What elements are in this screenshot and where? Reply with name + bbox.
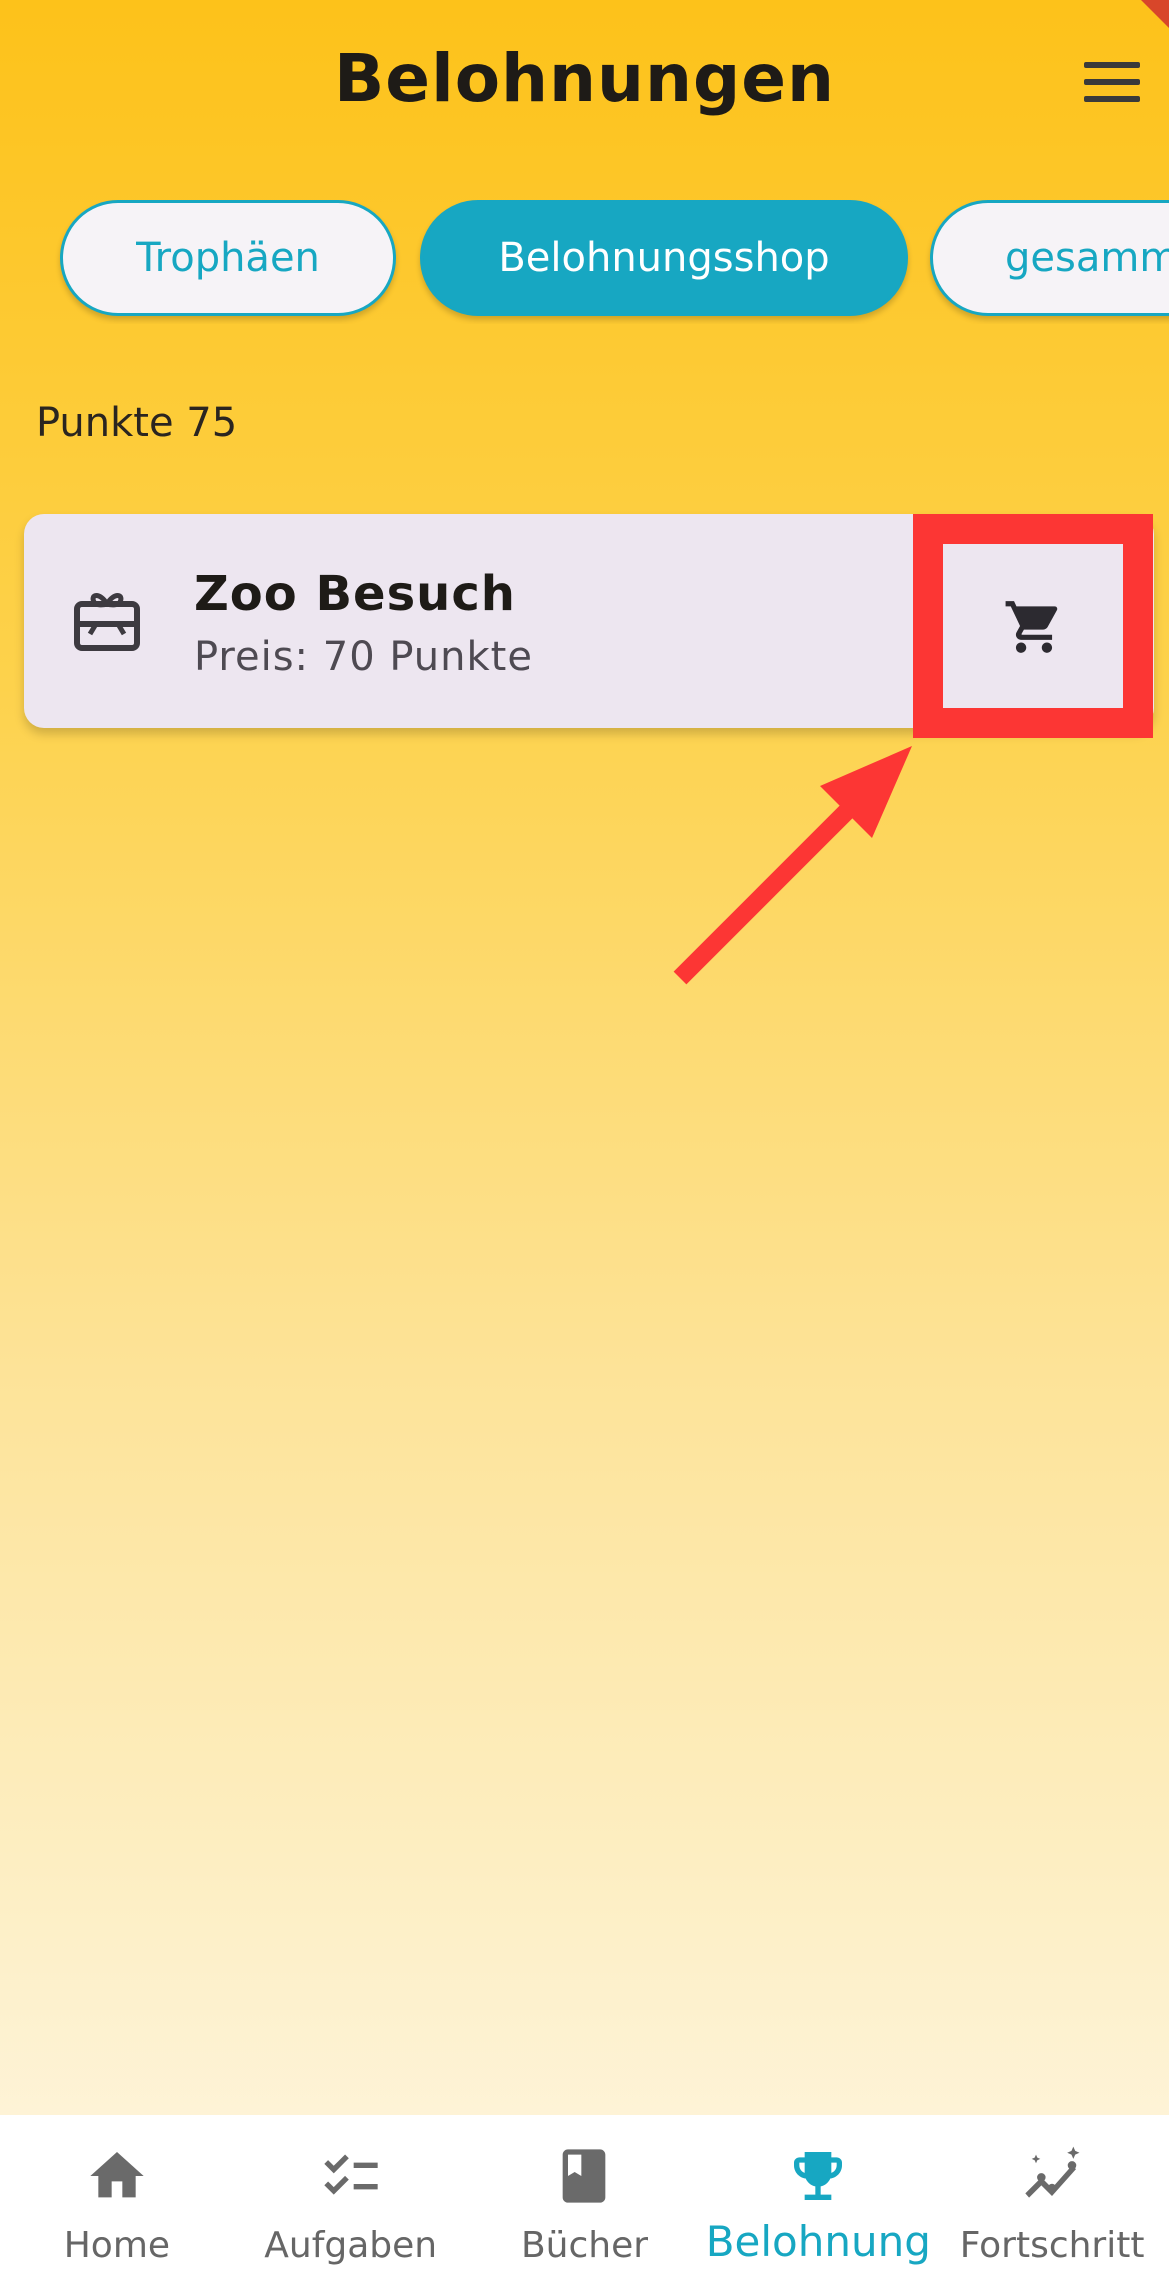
- trophy-icon: [783, 2141, 853, 2211]
- nav-label-rewards: Belohnung: [705, 2217, 931, 2266]
- book-icon: [549, 2141, 619, 2211]
- tab-collected[interactable]: gesamm: [930, 200, 1169, 316]
- progress-chart-icon: [1017, 2141, 1087, 2211]
- menu-button[interactable]: [1072, 52, 1152, 112]
- shopping-cart-icon: [1005, 601, 1058, 653]
- reward-title: Zoo Besuch: [194, 566, 516, 622]
- rewards-screen: Belohnungen Trophäen Belohnungsshop gesa…: [0, 0, 1169, 2285]
- debug-corner-ribbon: [1141, 0, 1169, 28]
- reward-price: Preis: 70 Punkte: [194, 634, 533, 680]
- nav-progress[interactable]: Fortschritt: [935, 2115, 1169, 2285]
- tab-trophies[interactable]: Trophäen: [60, 200, 396, 316]
- points-balance: Punkte 75: [36, 400, 238, 446]
- nav-rewards[interactable]: Belohnung: [701, 2115, 935, 2285]
- hamburger-menu-icon: [1084, 62, 1140, 102]
- page-title: Belohnungen: [334, 40, 835, 117]
- nav-label-progress: Fortschritt: [959, 2225, 1145, 2266]
- nav-books[interactable]: Bücher: [468, 2115, 702, 2285]
- nav-label-tasks: Aufgaben: [264, 2225, 438, 2266]
- nav-tasks[interactable]: Aufgaben: [234, 2115, 468, 2285]
- tab-reward-shop[interactable]: Belohnungsshop: [420, 200, 908, 316]
- checklist-icon: [316, 2141, 386, 2211]
- home-icon: [82, 2141, 152, 2211]
- annotation-arrow: [673, 746, 912, 985]
- buy-reward-button[interactable]: [944, 547, 1124, 707]
- tab-bar: Trophäen Belohnungsshop gesamm: [0, 200, 1169, 324]
- bottom-navigation: Home Aufgaben Bücher Belohnung Fortschri…: [0, 2115, 1169, 2285]
- gift-card-icon: [74, 593, 140, 651]
- nav-label-home: Home: [63, 2225, 171, 2266]
- nav-label-books: Bücher: [520, 2225, 649, 2266]
- nav-home[interactable]: Home: [0, 2115, 234, 2285]
